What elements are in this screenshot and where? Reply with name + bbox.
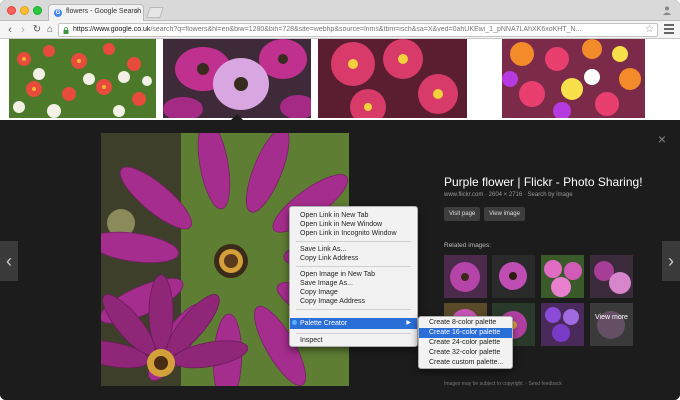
menu-item-save-link-as[interactable]: Save Link As...	[290, 245, 417, 254]
menu-item-open-link-new-window[interactable]: Open Link in New Window	[290, 220, 417, 229]
tab-title: flowers - Google Search	[66, 8, 142, 15]
submenu-arrow-icon: ▶	[406, 320, 411, 326]
next-image-icon[interactable]: ›	[662, 241, 680, 281]
menu-item-copy-image-address[interactable]: Copy Image Address	[290, 297, 417, 306]
menu-item-create-8-color[interactable]: Create 8-color palette	[419, 318, 512, 328]
context-menu: Open Link in New Tab Open Link in New Wi…	[289, 206, 418, 347]
preview-title[interactable]: Purple flower | Flickr - Photo Sharing!	[444, 175, 643, 189]
menu-item-open-link-incognito[interactable]: Open Link in Incognito Window	[290, 229, 417, 238]
profile-icon[interactable]	[662, 5, 672, 15]
tab-google-search[interactable]: G flowers - Google Search ×	[48, 4, 144, 21]
menu-item-inspect[interactable]: Inspect	[290, 336, 417, 345]
view-more-label: View more	[595, 314, 628, 321]
related-image[interactable]	[444, 255, 487, 298]
url-path: /search?q=flowers&hl=en&biw=1280&bih=728…	[150, 26, 582, 33]
hamburger-menu-icon[interactable]	[664, 24, 674, 34]
address-bar[interactable]: https://www.google.co.uk/search?q=flower…	[58, 23, 658, 37]
menu-item-copy-link-address[interactable]: Copy Link Address	[290, 254, 417, 263]
view-more-button[interactable]: View more	[590, 303, 633, 346]
tab-close-icon[interactable]: ×	[134, 7, 139, 16]
menu-separator	[296, 266, 411, 267]
visit-page-button[interactable]: Visit page	[444, 207, 481, 221]
view-image-button[interactable]: View image	[484, 207, 525, 221]
close-preview-icon[interactable]: ×	[658, 131, 666, 147]
related-image[interactable]	[492, 255, 535, 298]
related-image[interactable]	[541, 303, 584, 346]
menu-item-create-24-color[interactable]: Create 24-color palette	[419, 338, 512, 348]
menu-item-open-link-new-tab[interactable]: Open Link in New Tab	[290, 211, 417, 220]
tab-strip: G flowers - Google Search ×	[0, 0, 680, 21]
related-image[interactable]	[590, 255, 633, 298]
menu-item-save-image-as[interactable]: Save Image As...	[290, 279, 417, 288]
bookmark-star-icon[interactable]: ☆	[645, 24, 654, 35]
browser-toolbar: ‹ › ↻ ⌂ https://www.google.co.uk/search?…	[0, 21, 680, 39]
related-images-label: Related images:	[444, 242, 491, 249]
new-tab-button[interactable]	[146, 7, 164, 18]
copyright-note: Images may be subject to copyright. · Se…	[444, 381, 562, 387]
result-thumbnail-1[interactable]	[9, 39, 156, 118]
previous-image-icon[interactable]: ‹	[0, 241, 18, 281]
minimize-window-button[interactable]	[20, 6, 29, 15]
forward-icon[interactable]: ›	[16, 23, 30, 37]
browser-window: G flowers - Google Search × ‹ › ↻ ⌂ http…	[0, 0, 680, 400]
menu-item-copy-image[interactable]: Copy Image	[290, 288, 417, 297]
google-favicon-icon: G	[54, 9, 62, 17]
menu-item-create-custom[interactable]: Create custom palette...	[419, 358, 512, 368]
url-host: https://www.google.co.uk	[73, 26, 151, 33]
menu-item-open-image-new-tab[interactable]: Open Image in New Tab	[290, 270, 417, 279]
menu-item-label: Palette Creator	[300, 320, 348, 327]
menu-separator	[296, 309, 411, 310]
image-results-strip	[0, 39, 680, 120]
home-icon[interactable]: ⌂	[43, 23, 57, 37]
url-text: https://www.google.co.uk/search?q=flower…	[73, 26, 643, 33]
reload-icon[interactable]: ↻	[30, 23, 44, 37]
result-thumbnail-4[interactable]	[502, 39, 645, 118]
lock-icon	[63, 27, 69, 34]
preview-meta: www.flickr.com · 2604 × 2716 · Search by…	[444, 192, 573, 198]
related-image[interactable]	[541, 255, 584, 298]
palette-creator-icon	[292, 320, 297, 325]
result-thumbnail-3[interactable]	[318, 39, 467, 118]
close-window-button[interactable]	[7, 6, 16, 15]
selected-result-caret	[230, 114, 244, 121]
menu-separator	[296, 241, 411, 242]
menu-item-create-32-color[interactable]: Create 32-color palette	[419, 348, 512, 358]
menu-item-create-16-color[interactable]: Create 16-color palette	[419, 328, 512, 338]
palette-submenu: Create 8-color palette Create 16-color p…	[418, 316, 513, 369]
back-icon[interactable]: ‹	[3, 23, 17, 37]
menu-separator	[296, 333, 411, 334]
view-more-thumbnail	[590, 303, 633, 346]
result-thumbnail-2-selected[interactable]	[163, 39, 311, 118]
zoom-window-button[interactable]	[33, 6, 42, 15]
menu-item-palette-creator[interactable]: Palette Creator ▶	[290, 318, 417, 329]
